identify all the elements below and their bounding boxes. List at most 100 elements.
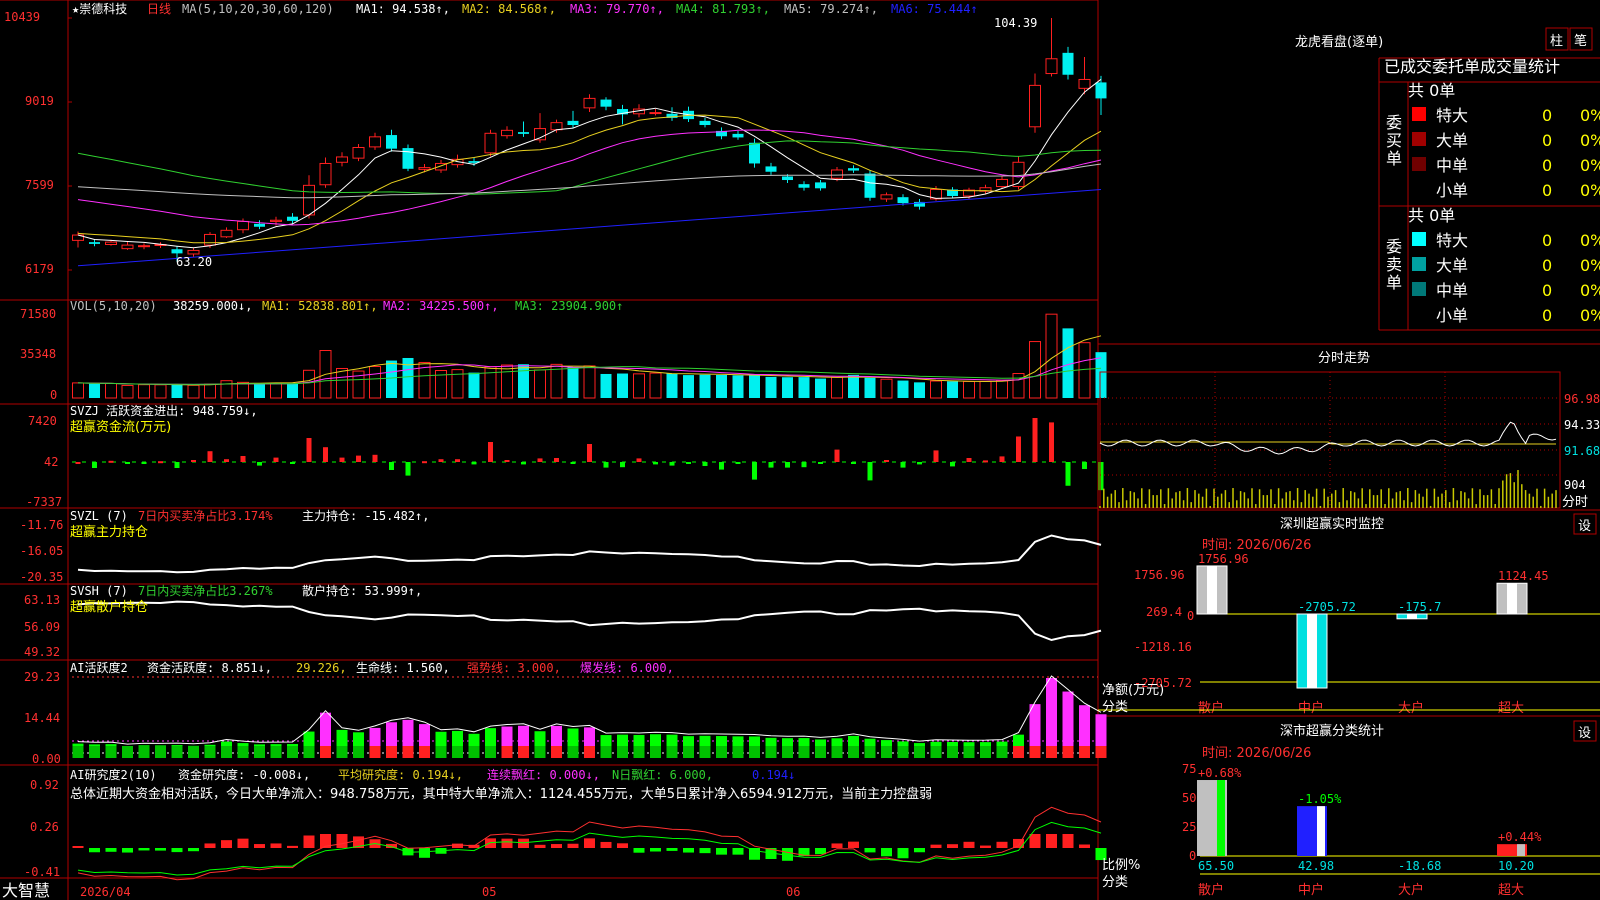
ai-res-label: AI研究度2(10)	[70, 767, 157, 782]
svzj-bar	[785, 462, 790, 468]
buy-side-label: 买	[1386, 131, 1402, 150]
zhu-button-label[interactable]: 柱	[1550, 34, 1563, 49]
stat-tick: 0	[1189, 849, 1196, 863]
svzj-bar	[158, 461, 163, 464]
vol-tick: 0	[50, 388, 57, 402]
svsh-label: SVSH (7)	[70, 584, 128, 598]
vol-tick: 71580	[20, 307, 56, 321]
svzj-bar	[917, 462, 922, 465]
buy-side-label: 委	[1386, 113, 1402, 132]
stat-tick: 75	[1182, 762, 1196, 776]
vol-value: 38259.000↓,	[173, 299, 252, 313]
bi-button-label[interactable]: 笔	[1574, 33, 1587, 49]
period-label[interactable]: 日线	[147, 2, 171, 16]
volume-bar	[864, 377, 876, 398]
stat-category-label: 大户	[1398, 882, 1424, 898]
sell-row-label: 特大	[1436, 231, 1468, 250]
volume-bar	[270, 382, 282, 399]
volume-bar	[220, 380, 233, 399]
ai2-label: AI活跃度2	[70, 660, 128, 675]
candle-body	[765, 166, 777, 172]
volume-bar	[534, 369, 546, 399]
research-bar	[831, 843, 843, 848]
activity-base-bar	[221, 746, 232, 758]
svzj-bar	[719, 462, 724, 470]
svzj-bar	[801, 462, 807, 468]
stat-pct-label: +0.44%	[1498, 830, 1542, 844]
volume-bar	[171, 384, 183, 398]
ai2-tick: 29.23	[24, 670, 60, 684]
activity-base-bar	[1046, 746, 1057, 758]
price-tick: 10439	[4, 10, 40, 24]
monitor-settings-label[interactable]: 设	[1578, 519, 1591, 534]
research-bar	[848, 841, 859, 848]
volume-bar	[716, 374, 727, 398]
activity-base-bar	[237, 746, 249, 758]
volume-bar	[303, 369, 315, 399]
activity-base-bar	[650, 746, 661, 758]
activity-base-bar	[254, 746, 265, 758]
svzl-hold: 主力持仓: -15.482↑,	[302, 508, 429, 523]
volume-bar	[930, 380, 942, 399]
svzj-bar	[174, 462, 180, 468]
activity-base-bar	[501, 746, 513, 758]
activity-base-bar	[287, 746, 298, 758]
monitor-category-label: 大户	[1398, 700, 1424, 716]
stat-value-label: 65.50	[1198, 859, 1234, 873]
volume-bar	[765, 376, 777, 398]
ai-res-nday: N日飘红: 6.000,	[612, 767, 713, 782]
research-bar	[105, 848, 117, 852]
stock-name[interactable]: ★崇德科技	[72, 1, 127, 16]
candle-body	[1062, 52, 1074, 75]
activity-base-bar	[336, 746, 348, 758]
volume-bar	[914, 382, 925, 398]
svzj-bar	[570, 462, 576, 464]
candle-body	[583, 97, 596, 109]
research-bar	[1013, 838, 1024, 848]
volume-bar	[815, 378, 826, 398]
activity-base-bar	[617, 746, 628, 758]
brand-label[interactable]: 大智慧	[2, 881, 50, 900]
candle-body	[996, 178, 1008, 188]
svzj-bar	[1016, 436, 1021, 462]
activity-base-bar	[749, 746, 760, 758]
volume-bar	[749, 375, 760, 398]
sell-row-pct: 0%	[1580, 231, 1600, 250]
activity-base-bar	[452, 746, 463, 758]
buy-row-pct: 0%	[1580, 106, 1600, 125]
volume-bar	[963, 380, 975, 399]
ai-res-last: 0.194↓	[752, 768, 795, 782]
buy-row-pct: 0%	[1580, 156, 1600, 175]
volume-bar	[633, 373, 645, 399]
volume-bar	[187, 384, 200, 399]
volume-bar	[89, 383, 100, 398]
volume-bar	[979, 380, 992, 399]
sell-row-count: 0	[1542, 306, 1552, 325]
svzj-bar	[290, 462, 295, 464]
volume-bar	[617, 373, 628, 398]
svzj-bar	[92, 462, 97, 468]
monitor-category-label: 超大	[1498, 701, 1524, 716]
candle-body	[369, 136, 381, 148]
activity-base-bar	[914, 746, 925, 758]
candle-body	[815, 182, 826, 189]
research-bar	[600, 841, 612, 848]
activity-base-bar	[699, 746, 711, 758]
vol-ma1: MA1: 52838.801↑,	[262, 299, 378, 313]
activity-base-bar	[1013, 746, 1024, 758]
volume-bar	[947, 381, 958, 398]
svsh-pct: 7日内买卖净占比3.267%	[138, 583, 273, 598]
svzj-bar	[966, 458, 972, 462]
chart-marks: 1756.96-2705.72 -175.71124.45散户 中户 大户 超大+0.6…	[72, 18, 1600, 898]
activity-base-bar	[89, 746, 100, 758]
stat-settings-label[interactable]: 设	[1578, 726, 1591, 741]
activity-base-bar	[567, 746, 579, 758]
ma6-line	[77, 188, 1102, 267]
volume-bar	[386, 360, 397, 398]
volume-bar	[880, 378, 893, 399]
research-bar	[237, 838, 249, 848]
research-bar	[72, 846, 84, 848]
candle-body	[418, 167, 431, 170]
monitor-category-label: 中户	[1298, 700, 1324, 716]
ai2-activity: 资金活跃度: 8.851↓,	[147, 660, 272, 675]
